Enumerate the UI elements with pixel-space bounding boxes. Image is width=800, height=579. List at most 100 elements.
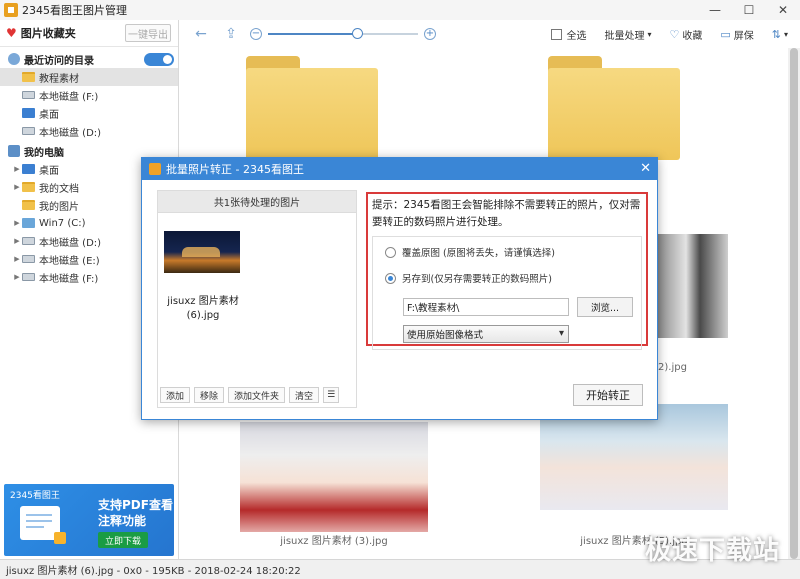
heart-outline-icon: ♡: [669, 27, 680, 41]
recent-section[interactable]: 最近访问的目录: [0, 50, 178, 68]
clear-button[interactable]: 清空: [289, 387, 320, 403]
save-options: 覆盖原图 (原图将丢失，请谨慎选择) 另存到(仅另存需要转正的数码照片) F:\…: [372, 236, 642, 350]
zoom-out-icon[interactable]: −: [250, 28, 262, 40]
recent-item-label: 桌面: [39, 109, 59, 121]
title-bar: 2345看图王图片管理 — ☐ ✕: [0, 0, 800, 20]
download-now-button[interactable]: 立即下载: [98, 532, 148, 548]
recent-item-label: 本地磁盘 (D:): [39, 127, 102, 139]
pc-item-label: Win7 (C:): [39, 217, 86, 229]
favorite-button[interactable]: ♡ 收藏: [669, 27, 702, 42]
pc-item-label: 本地磁盘 (E:): [39, 255, 100, 267]
promo-banner[interactable]: 2345看图王 支持PDF查看 注释功能 立即下载: [4, 484, 174, 556]
recent-item-label: 本地磁盘 (F:): [39, 91, 99, 103]
folder-thumbnail[interactable]: [548, 56, 680, 160]
close-icon[interactable]: ✕: [766, 0, 800, 20]
remove-button[interactable]: 移除: [194, 387, 225, 403]
overwrite-option[interactable]: 覆盖原图 (原图将丢失，请谨慎选择): [385, 245, 555, 259]
photo-thumbnail[interactable]: [658, 234, 728, 338]
computer-icon: [8, 145, 20, 157]
pending-image-list: 共1张待处理的图片 jisuxz 图片素材 (6).jpg 添加 移除 添加文件…: [157, 190, 357, 408]
batch-rotate-dialog: 批量照片转正 - 2345看图王 ✕ 共1张待处理的图片 jisuxz 图片素材…: [141, 157, 658, 420]
list-view-icon[interactable]: ☰: [323, 387, 340, 403]
status-text: jisuxz 图片素材 (6).jpg - 0x0 - 195KB - 2018…: [6, 566, 301, 577]
dialog-title: 批量照片转正 - 2345看图王: [166, 163, 304, 176]
folder-icon: [22, 200, 35, 210]
add-folder-button[interactable]: 添加文件夹: [228, 387, 286, 403]
list-header: 共1张待处理的图片: [158, 191, 356, 213]
pc-item-label: 桌面: [39, 165, 59, 177]
save-path-input[interactable]: F:\教程素材\: [403, 298, 569, 316]
chevron-right-icon[interactable]: ▶: [12, 219, 22, 227]
back-arrow-icon[interactable]: ←: [192, 26, 210, 42]
chevron-right-icon[interactable]: ▶: [12, 165, 22, 173]
chevron-down-icon: ▾: [647, 29, 652, 39]
app-logo-icon: [149, 163, 161, 175]
recent-toggle[interactable]: [144, 53, 174, 66]
monitor-icon: ▭: [720, 27, 731, 41]
windows-drive-icon: [22, 218, 35, 228]
image-thumbnail[interactable]: [164, 231, 240, 273]
save-as-label: 另存到(仅另存需要转正的数码照片): [402, 274, 552, 285]
document-icon: [20, 506, 66, 544]
favorites-row[interactable]: ♥ 图片收藏夹 一键导出: [0, 20, 178, 47]
chevron-right-icon[interactable]: ▶: [12, 183, 22, 191]
up-folder-icon[interactable]: ⇪: [222, 26, 240, 42]
start-rotate-button[interactable]: 开始转正: [573, 384, 643, 406]
chevron-right-icon[interactable]: ▶: [12, 255, 22, 263]
filename-line-1: jisuxz 图片素材: [167, 296, 239, 307]
minimize-icon[interactable]: —: [698, 0, 732, 20]
photo-thumbnail[interactable]: [240, 422, 428, 532]
vertical-scrollbar[interactable]: [788, 48, 800, 559]
overwrite-label: 覆盖原图 (原图将丢失，请谨慎选择): [402, 248, 555, 259]
thumbnail-caption: 2).jpg: [658, 362, 687, 373]
filename-line-2: (6).jpg: [186, 310, 220, 321]
pc-item-label: 我的图片: [39, 201, 79, 213]
highlight-box: 提示：2345看图王会智能排除不需要转正的照片，仅对需要转正的数码照片进行处理。…: [366, 192, 648, 350]
zoom-in-icon[interactable]: +: [424, 28, 436, 40]
select-all-checkbox[interactable]: [551, 28, 563, 40]
overwrite-radio[interactable]: [385, 246, 396, 258]
recent-item-desktop[interactable]: 桌面: [0, 104, 178, 122]
pc-item-label: 我的文档: [39, 183, 79, 195]
recent-label: 最近访问的目录: [24, 55, 94, 67]
drive-icon: [22, 273, 35, 281]
maximize-icon[interactable]: ☐: [732, 0, 766, 20]
scrollbar-thumb[interactable]: [790, 48, 798, 559]
recent-item-drive-d[interactable]: 本地磁盘 (D:): [0, 122, 178, 140]
batch-process-button[interactable]: 批量处理 ▾: [604, 27, 651, 42]
hint-text: 提示：2345看图王会智能排除不需要转正的照片，仅对需要转正的数码照片进行处理。: [372, 199, 641, 228]
window-title: 2345看图王图片管理: [22, 4, 127, 17]
recent-item-tutorial[interactable]: 教程素材: [0, 68, 178, 86]
zoom-slider-knob[interactable]: [352, 28, 363, 39]
zoom-slider[interactable]: [268, 28, 418, 39]
drive-icon: [22, 127, 35, 135]
save-as-radio[interactable]: [385, 272, 396, 284]
zoom-control: − +: [250, 28, 436, 40]
sort-icon: ⇅: [771, 27, 781, 41]
watermark-text: 极速下载站: [644, 536, 780, 566]
folder-icon: [22, 182, 35, 192]
format-select[interactable]: 使用原始图像格式: [403, 325, 569, 343]
screensaver-button[interactable]: ▭ 屏保: [720, 27, 753, 42]
dialog-title-bar: 批量照片转正 - 2345看图王 ✕: [142, 158, 657, 180]
export-button[interactable]: 一键导出: [125, 24, 171, 42]
close-icon[interactable]: ✕: [640, 161, 651, 176]
image-filename: jisuxz 图片素材 (6).jpg: [158, 295, 248, 323]
save-as-option[interactable]: 另存到(仅另存需要转正的数码照片): [385, 271, 552, 285]
pc-label: 我的电脑: [24, 147, 64, 159]
ad-line-2: 注释功能: [98, 514, 147, 528]
ad-line-1: 支持PDF查看: [98, 498, 173, 512]
sort-button[interactable]: ⇅ ▾: [772, 28, 788, 41]
add-button[interactable]: 添加: [160, 387, 191, 403]
drive-icon: [22, 91, 35, 99]
pc-item-label: 本地磁盘 (D:): [39, 237, 102, 249]
select-all-label: 全选: [566, 30, 587, 42]
chevron-right-icon[interactable]: ▶: [12, 237, 22, 245]
select-all-button[interactable]: 全选: [551, 27, 586, 42]
browse-button[interactable]: 浏览...: [577, 297, 633, 317]
favorite-label: 收藏: [682, 30, 703, 42]
drive-icon: [22, 255, 35, 263]
folder-thumbnail[interactable]: [246, 56, 378, 160]
chevron-right-icon[interactable]: ▶: [12, 273, 22, 281]
recent-item-drive-f[interactable]: 本地磁盘 (F:): [0, 86, 178, 104]
